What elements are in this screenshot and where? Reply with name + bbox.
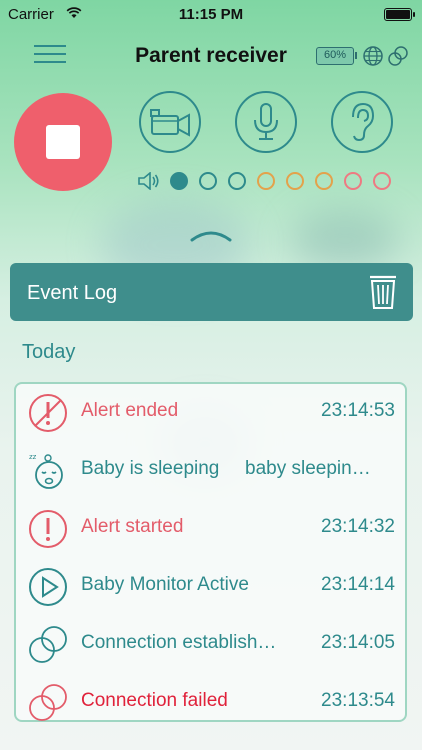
volume-dot[interactable]	[199, 172, 217, 190]
svg-text:zz: zz	[29, 453, 37, 461]
ear-icon	[331, 91, 393, 153]
connection-failed-icon	[29, 684, 67, 721]
event-time: 23:14:14	[321, 574, 395, 595]
event-label: Connection failed	[81, 690, 228, 711]
connection-icon[interactable]	[387, 45, 409, 67]
alert-icon	[29, 510, 67, 548]
event-time: baby sleepin…	[245, 458, 371, 479]
volume-dot[interactable]	[228, 172, 246, 190]
event-label: Baby Monitor Active	[81, 574, 249, 595]
event-log-title: Event Log	[27, 282, 118, 304]
event-list[interactable]: Alert ended 23:14:53 zz Baby is sleeping…	[14, 382, 407, 722]
list-item[interactable]: zz Baby is sleeping baby sleepin…	[16, 442, 405, 500]
event-time: 23:14:05	[321, 632, 395, 653]
video-button[interactable]	[138, 90, 202, 154]
speaker-icon[interactable]	[138, 172, 160, 190]
event-log-header[interactable]: Event Log	[10, 263, 413, 321]
section-header-today: Today	[22, 341, 76, 363]
clock: 11:15 PM	[178, 6, 244, 23]
status-bar: Carrier 11:15 PM	[0, 0, 422, 30]
volume-dot[interactable]	[344, 172, 362, 190]
event-label: Baby is sleeping	[81, 458, 220, 479]
stop-button[interactable]	[14, 93, 112, 191]
list-item[interactable]: Connection establish… 23:14:05	[16, 616, 405, 674]
chevron-up-icon[interactable]	[190, 228, 232, 242]
alert-ended-icon	[29, 394, 67, 432]
event-time: 23:14:53	[321, 400, 395, 421]
video-camera-icon	[139, 91, 201, 153]
listen-button[interactable]	[330, 90, 394, 154]
device-battery-badge: 60%	[316, 47, 357, 65]
list-item[interactable]: Alert ended 23:14:53	[16, 384, 405, 442]
event-time: 23:14:32	[321, 516, 395, 537]
microphone-icon	[235, 91, 297, 153]
globe-icon[interactable]	[362, 45, 384, 67]
event-label: Alert ended	[81, 400, 179, 421]
event-label: Alert started	[81, 516, 184, 537]
trash-icon[interactable]	[369, 274, 397, 310]
background-blur	[290, 210, 400, 270]
volume-dot[interactable]	[170, 172, 188, 190]
event-time: 23:13:54	[321, 690, 395, 711]
volume-dot[interactable]	[315, 172, 333, 190]
sleeping-baby-icon: zz	[29, 453, 63, 489]
stop-icon	[46, 125, 80, 159]
list-item[interactable]: Baby Monitor Active 23:14:14	[16, 558, 405, 616]
list-item[interactable]: Connection failed 23:13:54	[16, 674, 405, 732]
connection-icon	[29, 626, 67, 663]
volume-dot[interactable]	[286, 172, 304, 190]
page-title: Parent receiver	[135, 44, 287, 67]
list-item[interactable]: Alert started 23:14:32	[16, 500, 405, 558]
volume-dot[interactable]	[373, 172, 391, 190]
event-label: Connection establish…	[81, 632, 277, 653]
volume-dot[interactable]	[257, 172, 275, 190]
battery-icon	[384, 8, 415, 21]
microphone-button[interactable]	[234, 90, 298, 154]
play-icon	[29, 568, 67, 606]
